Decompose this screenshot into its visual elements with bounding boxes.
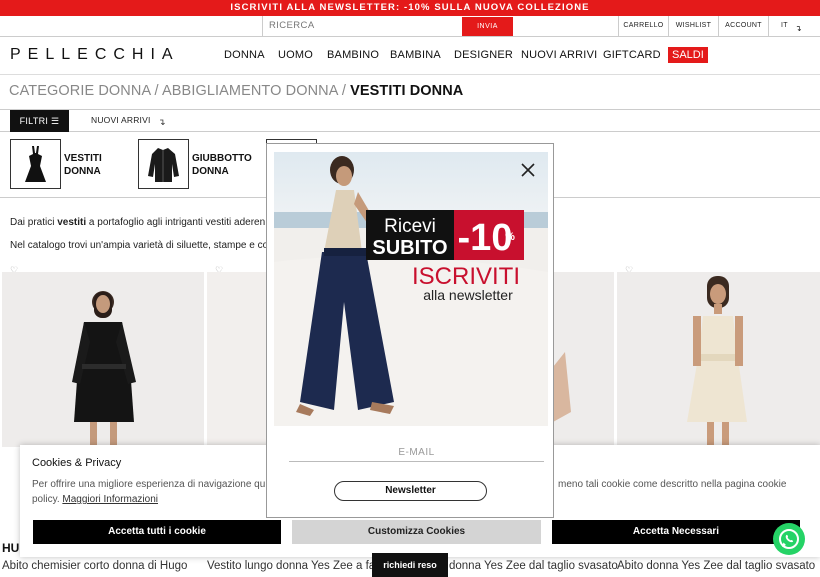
product-image[interactable] — [553, 272, 614, 447]
language-selector[interactable]: IT ↴ — [768, 16, 820, 36]
search-submit-button[interactable]: INVIA — [462, 17, 513, 36]
page-title: VESTITI DONNA — [350, 83, 464, 99]
utility-bar: RICERCA INVIA CARRELLO WISHLIST ACCOUNT … — [0, 16, 820, 37]
email-field[interactable]: E-MAIL — [289, 444, 544, 462]
breadcrumb-separator: / — [150, 83, 163, 99]
whatsapp-button[interactable] — [773, 523, 805, 555]
customize-cookies-button[interactable]: Customizza Cookies — [292, 520, 541, 544]
sliders-icon: ☰ — [51, 116, 60, 126]
announcement-bar[interactable]: ISCRIVITI ALLA NEWSLETTER: -10% SULLA NU… — [0, 0, 820, 16]
category-dress-thumbnail[interactable] — [10, 139, 61, 189]
nav-item-giftcard[interactable]: GIFTCARD — [603, 49, 661, 61]
filters-button[interactable]: FILTRI ☰ — [10, 110, 69, 132]
category-vestiti-donna[interactable]: VESTITI DONNA — [64, 152, 102, 178]
language-label: IT — [781, 22, 788, 29]
nav-item-donna[interactable]: DONNA — [224, 49, 265, 61]
newsletter-subscribe-button[interactable]: Newsletter — [334, 481, 487, 501]
product-name[interactable]: Abito donna Yes Zee dal taglio svasato — [617, 560, 815, 572]
category-giubbotto-donna[interactable]: GIUBBOTTO DONNA — [192, 152, 252, 178]
filters-label: FILTRI — [19, 116, 49, 126]
promo-line1: Ricevi — [384, 216, 436, 237]
promo-line2: SUBITO — [372, 237, 447, 259]
category-label-line: GIUBBOTTO — [192, 153, 252, 164]
nav-item-designer[interactable]: DESIGNER — [454, 49, 513, 61]
product-name[interactable]: Vestito lungo donna Yes Zee a fa — [207, 560, 375, 572]
product-photo — [553, 352, 571, 422]
chevron-down-icon: ↴ — [795, 24, 803, 33]
nav-item-saldi[interactable]: SALDI — [668, 47, 708, 63]
category-description-line2: Nel catalogo trovi un'ampia varietà di s… — [10, 240, 269, 251]
description-text: Dai pratici — [10, 217, 58, 228]
account-link[interactable]: ACCOUNT — [718, 16, 768, 36]
dress-icon — [25, 146, 46, 182]
category-label-line: DONNA — [64, 166, 101, 177]
accept-all-cookies-button[interactable]: Accetta tutti i cookie — [33, 520, 281, 544]
jacket-icon — [148, 148, 179, 182]
cookie-text-line: policy. — [32, 494, 60, 505]
product-image[interactable] — [207, 272, 267, 447]
breadcrumb-categorie-donna[interactable]: CATEGORIE DONNA — [9, 83, 150, 99]
newsletter-promo-image: Ricevi SUBITO -10 % ISCRIVITI alla newsl… — [274, 152, 548, 426]
nav-item-uomo[interactable]: UOMO — [278, 49, 313, 61]
product-brand: HU — [2, 541, 20, 555]
product-name[interactable]: Abito chemisier corto donna di Hugo — [2, 560, 187, 572]
close-icon[interactable] — [519, 161, 537, 179]
cookie-text-line: Per offrire una migliore esperienza di n… — [32, 479, 266, 490]
category-description: Dai pratici vestiti a portafoglio agli i… — [10, 217, 265, 228]
description-bold: vestiti — [57, 217, 87, 228]
search-input[interactable]: RICERCA — [262, 16, 462, 36]
cookie-more-info-link[interactable]: Maggiori Informazioni — [62, 494, 158, 505]
breadcrumb-abbigliamento-donna[interactable]: ABBIGLIAMENTO DONNA — [162, 83, 338, 99]
product-name[interactable]: donna Yes Zee dal taglio svasato — [449, 560, 618, 572]
product-photo — [687, 276, 747, 447]
promo-cta: ISCRIVITI — [412, 263, 520, 290]
promo-percent: % — [505, 231, 515, 243]
filter-bar: FILTRI ☰ NUOVI ARRIVI ↴ — [0, 109, 820, 132]
category-jacket-thumbnail[interactable] — [138, 139, 189, 189]
category-label-line: VESTITI — [64, 153, 102, 164]
nav-item-bambino[interactable]: BAMBINO — [327, 49, 379, 61]
promo-sub: alla newsletter — [423, 287, 513, 303]
product-photo — [72, 291, 136, 447]
cart-link[interactable]: CARRELLO — [618, 16, 668, 36]
cookie-title: Cookies & Privacy — [32, 457, 122, 469]
breadcrumb: CATEGORIE DONNA / ABBIGLIAMENTO DONNA / … — [9, 83, 463, 99]
whatsapp-icon — [779, 529, 799, 549]
newsletter-modal: Ricevi SUBITO -10 % ISCRIVITI alla newsl… — [266, 143, 554, 518]
category-label-line: DONNA — [192, 166, 229, 177]
chevron-down-icon[interactable]: ↴ — [158, 117, 166, 128]
brand-logo[interactable]: PELLECCHIA — [10, 46, 180, 64]
product-image[interactable] — [617, 272, 820, 447]
richiedi-reso-button[interactable]: richiedi reso — [372, 553, 448, 577]
nav-item-nuovi-arrivi[interactable]: NUOVI ARRIVI — [521, 49, 597, 61]
sort-select[interactable]: NUOVI ARRIVI — [91, 115, 151, 125]
wishlist-link[interactable]: WISHLIST — [668, 16, 718, 36]
breadcrumb-separator: / — [337, 83, 351, 99]
accept-necessary-cookies-button[interactable]: Accetta Necessari — [552, 520, 800, 544]
main-navigation: PELLECCHIA DONNA UOMO BAMBINO BAMBINA DE… — [0, 37, 820, 75]
product-image[interactable] — [2, 272, 204, 447]
nav-item-bambina[interactable]: BAMBINA — [390, 49, 441, 61]
cookie-text-right: meno tali cookie come descritto nella pa… — [558, 479, 787, 490]
description-text: a portafoglio agli intriganti vestiti ad… — [86, 217, 266, 228]
promo-photo: Ricevi SUBITO -10 % ISCRIVITI alla newsl… — [274, 152, 548, 426]
